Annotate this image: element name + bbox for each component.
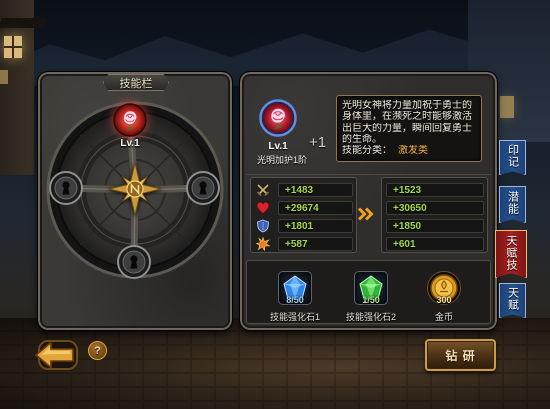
rose-skill-icon bbox=[259, 99, 297, 137]
back-button[interactable] bbox=[33, 338, 79, 372]
tab-label: 天赋技 bbox=[505, 234, 517, 271]
locked-slot-left[interactable] bbox=[49, 171, 83, 205]
stats-comparison-section: +1483 +29674 +1801 +587 +1523 +30650 +18… bbox=[246, 174, 491, 256]
material-item-stone-1[interactable]: 8/50 技能强化石1 bbox=[265, 269, 325, 323]
skill-level-up-indicator: +1 bbox=[309, 134, 327, 151]
tab-talent-skill[interactable]: 天赋技 bbox=[495, 230, 527, 278]
stat-current-value: +29674 bbox=[278, 201, 353, 215]
locked-slot-right[interactable] bbox=[186, 171, 220, 205]
rose-skill-icon bbox=[113, 103, 147, 137]
stat-next-value: +601 bbox=[386, 237, 484, 251]
material-count: 1/50 bbox=[362, 295, 380, 305]
tab-talent[interactable]: 天赋 bbox=[499, 283, 526, 318]
skill-description-line: 出巨大的力量，瞬间回复勇士 bbox=[342, 122, 472, 134]
lit-window bbox=[0, 70, 8, 84]
skill-slot-level: Lv.1 bbox=[120, 138, 140, 149]
skill-icon-frame bbox=[259, 99, 297, 137]
current-stats-box: +1483 +29674 +1801 +587 bbox=[250, 177, 357, 253]
skill-category-line: 技能分类： 激发类 bbox=[342, 145, 476, 156]
stat-row-attack-next: +1523 bbox=[382, 183, 487, 197]
skill-level: Lv.1 bbox=[268, 141, 288, 152]
back-arrow-icon bbox=[34, 340, 78, 370]
lock-icon bbox=[117, 245, 151, 279]
lit-window bbox=[4, 36, 22, 58]
stat-row-health: +29674 bbox=[251, 201, 356, 215]
material-count: 300 bbox=[436, 295, 452, 305]
stat-current-value: +1483 bbox=[278, 183, 353, 197]
skill-description-line: 的生命。 bbox=[342, 133, 382, 145]
stat-row-defense-next: +1850 bbox=[382, 219, 487, 233]
material-name: 金币 bbox=[434, 312, 453, 322]
game-screen: 技能栏 Lv.1 Lv.1 +1 光明加护1阶 光明女神将力量加祝于勇士的 身体… bbox=[0, 0, 550, 409]
double-chevron-right-icon bbox=[357, 207, 375, 221]
left-building-roof bbox=[0, 18, 48, 28]
health-icon bbox=[256, 201, 270, 215]
tab-potential[interactable]: 潜能 bbox=[499, 186, 526, 223]
stat-row-burst: +587 bbox=[251, 237, 356, 251]
skill-detail-panel: Lv.1 +1 光明加护1阶 光明女神将力量加祝于勇士的 身体里，在濒死之时能够… bbox=[240, 72, 497, 330]
tab-label: 潜能 bbox=[506, 191, 519, 215]
skill-bar-panel: 技能栏 Lv.1 bbox=[38, 72, 232, 330]
help-button[interactable]: ? bbox=[88, 341, 107, 360]
lock-icon bbox=[186, 171, 220, 205]
skill-info-section: Lv.1 +1 光明加护1阶 光明女神将力量加祝于勇士的 身体里，在濒死之时能够… bbox=[246, 80, 491, 174]
skill-category-value: 激发类 bbox=[398, 145, 428, 157]
compass-star-icon bbox=[107, 161, 163, 217]
skill-bar-title-tab: 技能栏 bbox=[103, 74, 169, 91]
tab-imprint[interactable]: 印记 bbox=[499, 140, 526, 175]
lit-window bbox=[500, 96, 514, 118]
stat-next-value: +30650 bbox=[386, 201, 484, 215]
attack-icon bbox=[256, 183, 270, 197]
skill-description-line: 身体里，在濒死之时能够激活 bbox=[342, 111, 472, 123]
skill-slot-top[interactable] bbox=[113, 103, 147, 137]
tab-label: 天赋 bbox=[506, 287, 519, 311]
material-item-stone-2[interactable]: 1/50 技能强化石2 bbox=[341, 269, 401, 323]
stat-current-value: +587 bbox=[278, 237, 353, 251]
stat-row-defense: +1801 bbox=[251, 219, 356, 233]
tab-label: 印记 bbox=[506, 144, 519, 168]
upgrade-materials-section: 8/50 技能强化石1 1/50 技能强化石2 300 金币 bbox=[246, 260, 491, 324]
material-count: 8/50 bbox=[286, 295, 304, 305]
stat-current-value: +1801 bbox=[278, 219, 353, 233]
skill-bar-title: 技能栏 bbox=[119, 77, 153, 90]
skill-name: 光明加护1阶 bbox=[256, 155, 307, 165]
research-button[interactable]: 钻 研 bbox=[425, 339, 496, 371]
next-level-stats-box: +1523 +30650 +1850 +601 bbox=[381, 177, 488, 253]
material-item-gold[interactable]: 300 金币 bbox=[414, 269, 474, 323]
skill-category-label: 技能分类： bbox=[342, 145, 392, 157]
stat-row-burst-next: +601 bbox=[382, 237, 487, 251]
material-name: 技能强化石1 bbox=[269, 312, 320, 322]
stat-row-health-next: +30650 bbox=[382, 201, 487, 215]
skill-description-line: 光明女神将力量加祝于勇士的 bbox=[342, 100, 472, 111]
lock-icon bbox=[49, 171, 83, 205]
stat-row-attack: +1483 bbox=[251, 183, 356, 197]
material-name: 技能强化石2 bbox=[345, 312, 396, 322]
burst-icon bbox=[256, 237, 270, 251]
locked-slot-bottom[interactable] bbox=[117, 245, 151, 279]
stat-next-value: +1850 bbox=[386, 219, 484, 233]
stat-next-value: +1523 bbox=[386, 183, 484, 197]
defense-icon bbox=[256, 219, 270, 233]
skill-description-box: 光明女神将力量加祝于勇士的 身体里，在濒死之时能够激活 出巨大的力量，瞬间回复勇… bbox=[336, 95, 482, 162]
